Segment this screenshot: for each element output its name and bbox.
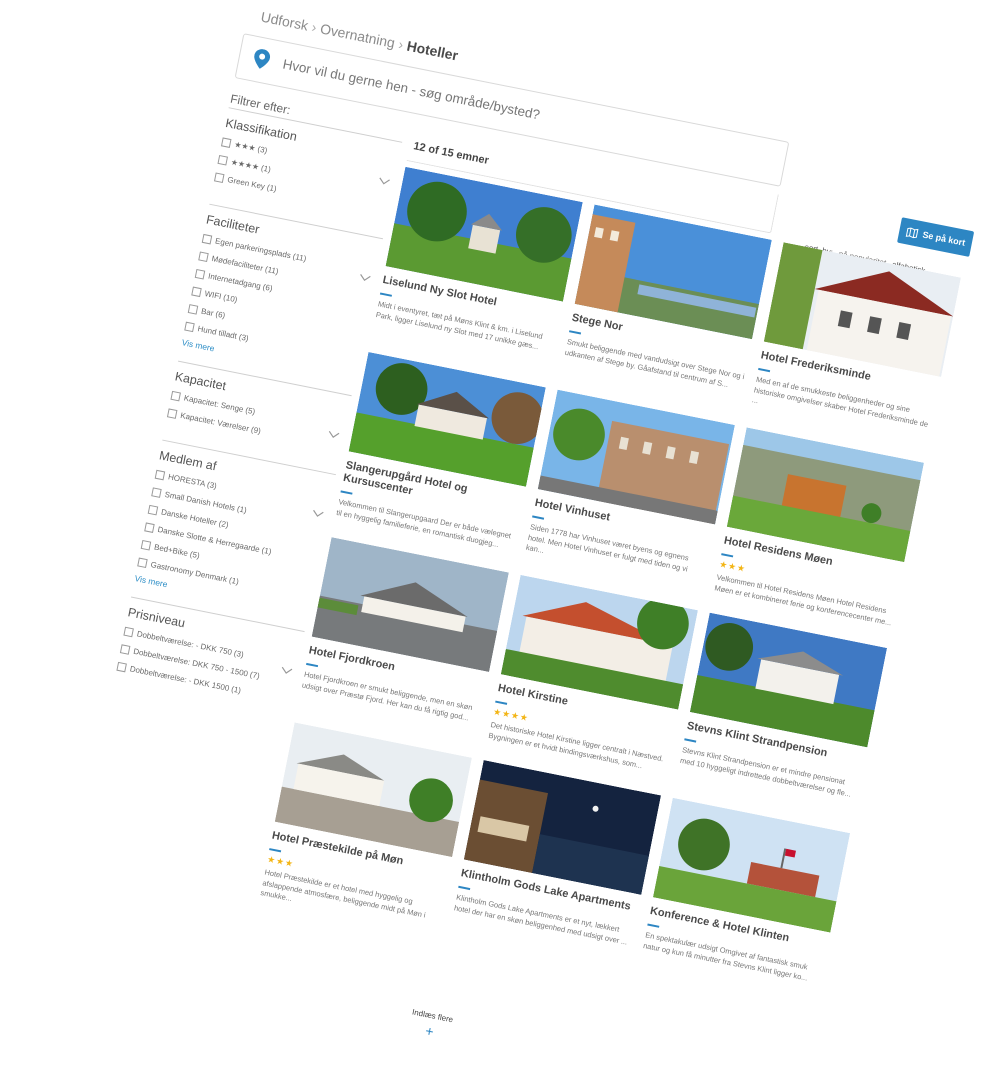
checkbox[interactable] [170,390,181,402]
chevron-down-icon[interactable] [280,666,293,676]
checkbox[interactable] [217,154,228,166]
chevron-down-icon[interactable] [327,430,340,440]
accent-bar [306,662,319,668]
chevron-down-icon[interactable] [311,509,324,519]
filter-option-label: Internetadgang (6) [207,271,274,294]
checkbox[interactable] [116,661,127,673]
filter-option-label: Hund tilladt (3) [196,324,250,344]
map-icon [905,227,919,238]
hotel-card[interactable]: Hotel Residens Møen ★★★ Velkommen til Ho… [714,427,925,628]
checkbox[interactable] [154,469,166,481]
checkbox[interactable] [119,644,131,655]
checkbox[interactable] [191,286,202,298]
accent-bar [379,292,392,297]
hotel-card[interactable]: Stevns Klint Strandpension Stevns Klint … [679,612,888,801]
checkbox[interactable] [140,539,152,551]
breadcrumb-link-udforsk[interactable]: Udforsk [260,9,310,34]
show-on-map-label: Se på kort [921,229,967,248]
location-pin-icon [254,49,271,69]
hotel-card[interactable]: Hotel Præstekilde på Møn ★★★ Hotel Præst… [259,722,472,933]
search-input-placeholder[interactable]: Hvor vil du gerne hen - søg område/byste… [282,57,542,123]
accent-bar [269,848,282,853]
filter-option-label: Green Key (1) [226,175,278,194]
hotel-card[interactable]: Hotel Frederiksminde Med en af de smukke… [751,242,961,441]
filter-option-label: Danske Hoteller (2) [160,507,230,530]
hotel-card[interactable]: Slangerupgård Hotel og Kursuscenter Velk… [335,351,546,553]
checkbox[interactable] [213,172,225,184]
accent-bar [647,923,660,928]
hotel-card[interactable]: Konference & Hotel Klinten En spektakulæ… [642,797,851,986]
hotel-card[interactable]: Liselund Ny Slot Hotel Midt i eventyret,… [375,166,583,355]
filter-option-label: Bar (6) [200,306,226,321]
filter-option-label: HORESTA (3) [167,472,218,491]
chevron-down-icon[interactable] [378,177,391,187]
checkbox[interactable] [123,626,134,638]
filter-group-prisniveau: Prisniveau Dobbeltværelse: - DKK 750 (3)… [116,596,305,706]
breadcrumb-separator: › [397,36,405,53]
hotel-card[interactable]: Klintholm Gods Lake Apartments Klintholm… [453,760,662,948]
filter-option-label: ★★★★ (1) [230,157,272,175]
accent-bar [495,700,508,705]
breadcrumb-link-overnatning[interactable]: Overnatning [319,20,396,50]
hotel-card[interactable]: Hotel Vinhuset Siden 1778 har Vinhuset v… [525,389,735,589]
accent-bar [684,738,697,743]
hotel-listing-page: Udforsk›Overnatning›Hoteller Hvor vil du… [45,0,1002,1088]
filter-option-label: ★★★ (3) [233,139,269,156]
checkbox[interactable] [147,504,159,516]
breadcrumb-separator: › [310,18,319,36]
hotel-card[interactable]: Hotel Kirstine ★★★★ Det historiske Hotel… [488,574,698,776]
breadcrumb-current: Hoteller [405,37,460,64]
checkbox[interactable] [144,522,155,533]
checkbox[interactable] [184,321,195,333]
accent-bar [458,885,471,891]
hotel-card[interactable]: Stege Nor Smukt beliggende med vandudsig… [564,204,772,392]
checkbox[interactable] [166,408,178,419]
hotel-card[interactable]: Hotel Fjordkroen Hotel Fjordkroen er smu… [301,537,509,725]
accent-bar [569,330,582,335]
checkbox[interactable] [220,137,232,148]
load-more-button[interactable]: Indlæs flere + [399,1006,463,1044]
checkbox[interactable] [187,304,199,315]
screenshot-stage: Udforsk›Overnatning›Hoteller Hvor vil du… [0,0,1002,1088]
filter-option-label: Bed+Bike (5) [153,542,201,561]
accent-bar [721,553,734,558]
show-on-map-button[interactable]: Se på kort [897,217,975,257]
checkbox[interactable] [201,233,213,245]
checkbox[interactable] [151,487,162,498]
accent-bar [340,490,353,495]
accent-bar [532,515,545,520]
filter-option-label: WIFI (10) [203,289,239,305]
accent-bar [758,367,771,373]
filter-option-label: Mødefaciliteter (11) [210,253,280,277]
checkbox[interactable] [137,557,148,569]
checkbox[interactable] [194,269,206,280]
chevron-down-icon[interactable] [358,273,371,283]
checkbox[interactable] [198,251,209,262]
